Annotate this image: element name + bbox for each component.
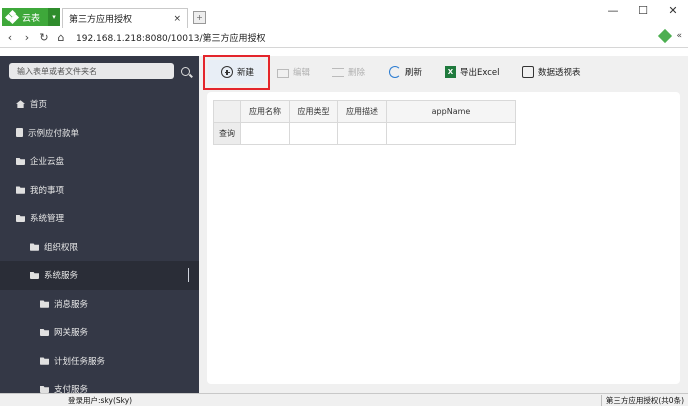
folder-icon [16, 215, 25, 223]
query-cell[interactable] [337, 122, 387, 145]
grid-header-row: 应用名称 应用类型 应用描述 appName [213, 100, 516, 123]
address-bar-extras: « [658, 28, 682, 44]
query-cell[interactable] [386, 122, 516, 145]
app-menu-button[interactable]: 云表 ▾ [2, 8, 60, 26]
delete-button[interactable]: 删除 [332, 64, 365, 80]
sidebar-item[interactable]: 系统服务 [0, 261, 199, 290]
home-icon[interactable]: ⌂ [54, 31, 68, 45]
app-logo-icon [4, 9, 20, 25]
export-excel-button[interactable]: X 导出Excel [445, 64, 500, 80]
address-bar: ‹ › ↻ ⌂ 192.168.1.218:8080/10013/第三方应用授权… [0, 28, 688, 48]
tab-title: 第三方应用授权 [69, 15, 133, 25]
sidebar-item[interactable]: 计划任务服务 [0, 347, 199, 376]
export-excel-label: 导出Excel [460, 68, 500, 78]
status-bar: 登录用户:sky(Sky) 第三方应用授权(共0条) [0, 393, 688, 406]
query-cell[interactable] [240, 122, 290, 145]
query-cell[interactable] [289, 122, 338, 145]
tab-close-icon[interactable]: × [173, 14, 181, 24]
sidebar-item-label: 系统服务 [44, 271, 79, 282]
data-grid: 应用名称 应用类型 应用描述 appName 查询 [213, 100, 516, 145]
back-icon[interactable]: ‹ [3, 31, 17, 45]
sidebar-item-label: 系统管理 [30, 214, 65, 225]
column-header[interactable]: 应用描述 [337, 100, 387, 123]
browser-tab[interactable]: 第三方应用授权 × [62, 8, 188, 28]
document-icon [16, 128, 23, 138]
app-dropdown-icon[interactable]: ▾ [48, 8, 60, 26]
sidebar-search-input[interactable]: 输入表单或者文件夹名 [9, 63, 174, 79]
column-header[interactable]: 应用名称 [240, 100, 290, 123]
folder-icon [30, 272, 39, 280]
sidebar-item-label: 支付服务 [54, 385, 89, 393]
search-icon[interactable] [178, 63, 192, 79]
edit-button-label: 编辑 [293, 68, 311, 78]
column-header[interactable]: 应用类型 [289, 100, 338, 123]
sidebar-item[interactable]: 消息服务 [0, 290, 199, 319]
sidebar-item[interactable]: 首页 [0, 90, 199, 119]
refresh-icon [389, 66, 401, 78]
extension-icon[interactable] [658, 28, 673, 44]
pivot-table-label: 数据透视表 [538, 68, 581, 78]
sidebar-item-label: 计划任务服务 [54, 356, 106, 367]
folder-icon [16, 158, 25, 166]
refresh-button[interactable]: 刷新 [389, 64, 422, 80]
delete-button-label: 删除 [348, 68, 366, 78]
excel-icon: X [445, 66, 456, 78]
refresh-button-label: 刷新 [405, 68, 423, 78]
folder-icon [30, 243, 39, 251]
sidebar-item-label: 首页 [30, 100, 48, 111]
menu-chevron-icon[interactable]: « [676, 31, 682, 41]
refresh-icon[interactable]: ↻ [37, 31, 51, 45]
toolbar: 新建 编辑 删除 刷新 X 导出Excel 数据透视表 [207, 56, 680, 88]
sidebar-item-label: 网关服务 [54, 328, 89, 339]
browser-tab-strip: 云表 ▾ 第三方应用授权 × + — ☐ ✕ [0, 0, 688, 28]
sidebar: 输入表单或者文件夹名 首页示例应付款单 企业云盘我的事项系统管理组织权限系统服务消… [0, 56, 199, 393]
new-tab-button[interactable]: + [193, 11, 206, 24]
new-button-highlight-box [203, 55, 270, 90]
edit-folder-icon [277, 68, 289, 78]
sidebar-item[interactable]: 系统管理 [0, 204, 199, 233]
pivot-table-button[interactable]: 数据透视表 [522, 64, 581, 80]
sidebar-menu: 首页示例应付款单 企业云盘我的事项系统管理组织权限系统服务消息服务网关服务计划任务… [0, 90, 199, 393]
query-row-label: 查询 [213, 122, 241, 145]
window-controls: — ☐ ✕ [598, 2, 688, 18]
sidebar-item-label: 我的事项 [30, 185, 65, 196]
close-window-icon[interactable]: ✕ [658, 2, 688, 18]
record-count-status: 第三方应用授权(共0条) [600, 395, 684, 406]
folder-icon [40, 300, 49, 308]
house-icon [16, 100, 25, 109]
login-user-status: 登录用户:sky(Sky) [68, 396, 133, 405]
minimize-icon[interactable]: — [598, 2, 628, 18]
sidebar-item-label: 企业云盘 [30, 157, 65, 168]
folder-icon [40, 386, 49, 393]
column-header[interactable]: appName [386, 100, 516, 123]
forward-icon[interactable]: › [20, 31, 34, 45]
maximize-icon[interactable]: ☐ [628, 2, 658, 18]
folder-icon [40, 329, 49, 337]
sidebar-item-label: 示例应付款单 [28, 128, 80, 139]
sidebar-item[interactable]: 网关服务 [0, 318, 199, 347]
sidebar-item[interactable]: 组织权限 [0, 233, 199, 262]
pivot-table-icon [522, 66, 534, 78]
folder-icon [16, 186, 25, 194]
sidebar-item[interactable]: 支付服务 [0, 375, 199, 393]
sidebar-item-label: 组织权限 [44, 242, 79, 253]
grid-corner-cell [213, 100, 241, 123]
app-name: 云表 [22, 13, 41, 24]
sidebar-item[interactable]: 企业云盘 [0, 147, 199, 176]
sidebar-item[interactable]: 我的事项 [0, 176, 199, 205]
delete-icon [332, 67, 344, 77]
query-row: 查询 [213, 122, 516, 145]
folder-icon [40, 357, 49, 365]
edit-button[interactable]: 编辑 [277, 64, 310, 80]
sidebar-item[interactable]: 示例应付款单 [0, 119, 199, 148]
sidebar-item-label: 消息服务 [54, 299, 89, 310]
url-field[interactable]: 192.168.1.218:8080/10013/第三方应用授权 [76, 31, 265, 44]
